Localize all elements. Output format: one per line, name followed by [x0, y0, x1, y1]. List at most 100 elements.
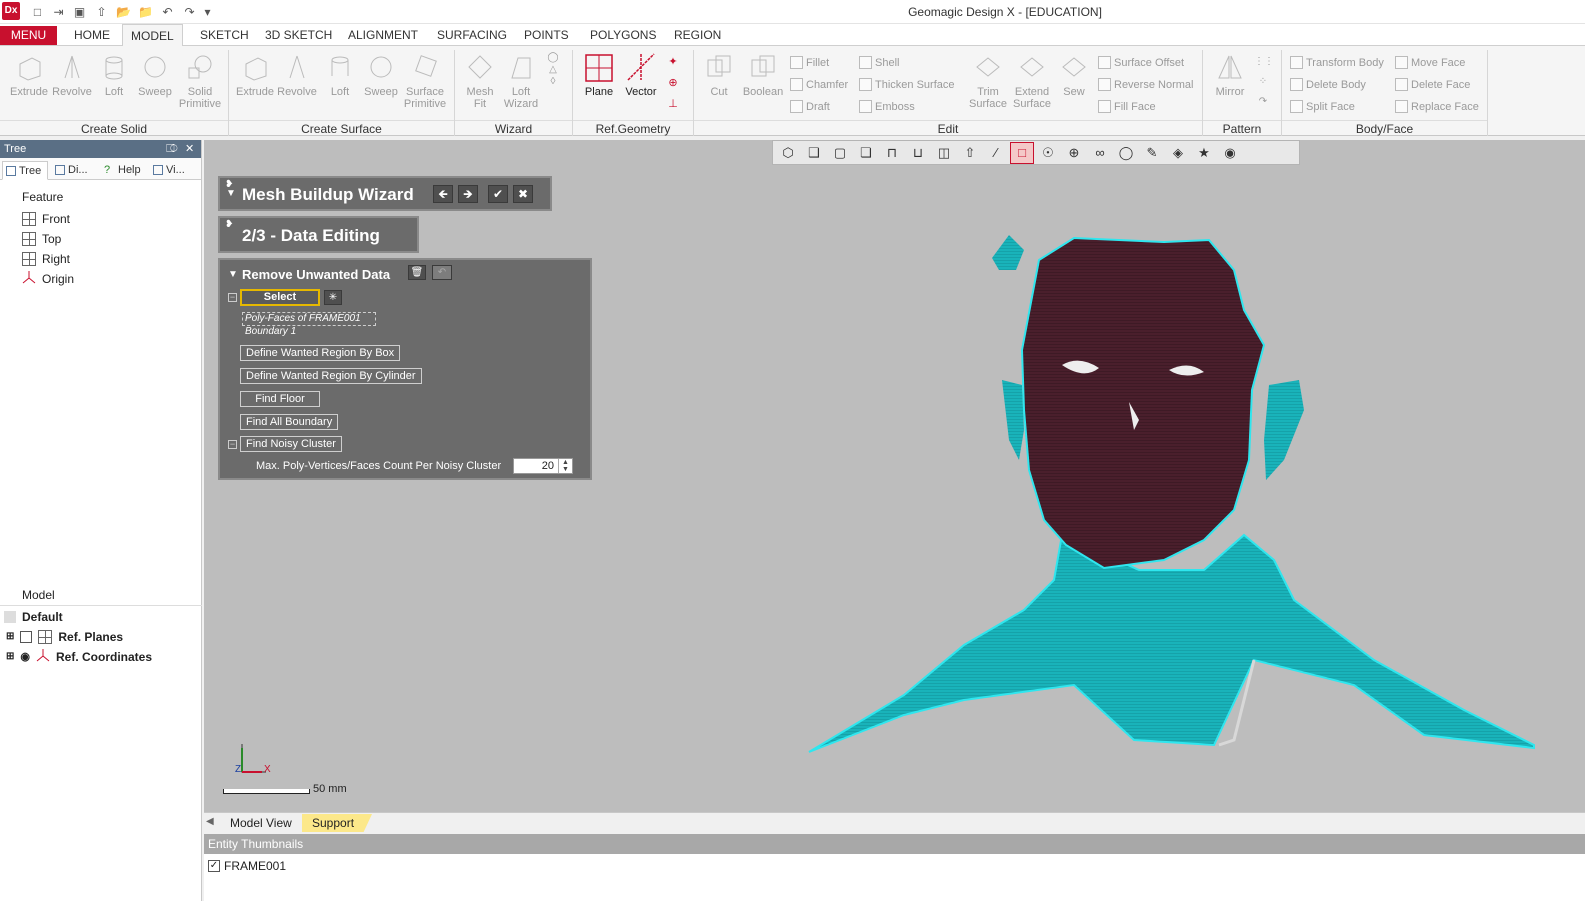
tree-item-ref-coordinates[interactable]: ⊞ ◉ Ref. Coordinates: [6, 648, 152, 666]
move-face-button[interactable]: Move Face: [1395, 56, 1465, 69]
undo-icon[interactable]: ↶: [432, 265, 452, 280]
tab-support[interactable]: Support: [302, 814, 373, 832]
solid-revolve-button[interactable]: Revolve: [52, 52, 92, 98]
define-region-by-cylinder-button[interactable]: Define Wanted Region By Cylinder: [240, 368, 422, 384]
tab-model-view[interactable]: Model View: [220, 814, 302, 832]
define-region-by-box-button[interactable]: Define Wanted Region By Box: [240, 345, 401, 361]
tree-item-origin[interactable]: Origin: [22, 270, 74, 288]
tab-view[interactable]: Vi...: [150, 161, 190, 180]
noisy-cluster-count-input[interactable]: 20 ▲ ▼: [513, 458, 573, 474]
transform-body-label: Transform Body: [1306, 56, 1384, 69]
scroll-left-icon[interactable]: ◀: [206, 816, 214, 827]
find-all-boundary-button[interactable]: Find All Boundary: [240, 414, 339, 430]
tree-item-ref-planes[interactable]: ⊞ Ref. Planes: [6, 628, 123, 646]
delete-face-button[interactable]: Delete Face: [1395, 78, 1470, 91]
surface-revolve-button[interactable]: Revolve: [276, 52, 318, 98]
next-step-button[interactable]: 🡺: [458, 185, 478, 203]
loft-wizard-button[interactable]: Loft Wizard: [502, 52, 540, 110]
tree-item-right[interactable]: Right: [22, 250, 70, 268]
thicken-surface-button[interactable]: Thicken Surface: [859, 78, 954, 91]
remove-unwanted-data-panel: ▼ Remove Unwanted Data 🗑 ↶ − Select ✳ Po…: [218, 258, 592, 480]
3d-viewport[interactable]: ⬡ ❑ ▢ ❏ ⊓ ⊔ ◫ ⇧ ∕ □ ☉ ⊕ ∞ ◯ ✎ ◈ ★ ◉ ❥ ▼ …: [204, 140, 1585, 812]
tab-surfacing[interactable]: SURFACING: [429, 24, 515, 46]
entity-item[interactable]: ✓ FRAME001: [208, 859, 286, 873]
tab-display[interactable]: Di...: [52, 161, 94, 180]
surface-offset-button[interactable]: Surface Offset: [1098, 56, 1184, 69]
trim-surface-button[interactable]: Trim Surface: [966, 52, 1010, 110]
delete-body-button[interactable]: Delete Body: [1290, 78, 1366, 91]
surface-sweep-button[interactable]: Sweep: [362, 52, 400, 98]
transform-body-button[interactable]: Transform Body: [1290, 56, 1384, 69]
tab-sketch[interactable]: SKETCH: [192, 24, 257, 46]
tab-help[interactable]: ? Help: [102, 161, 146, 180]
previous-step-button[interactable]: 🡸: [433, 185, 453, 203]
selection-options-icon[interactable]: ✳: [324, 290, 342, 305]
wizard-extra-icon[interactable]: ◯ △ ◊: [544, 52, 562, 88]
find-noisy-cluster-button[interactable]: Find Noisy Cluster: [240, 436, 342, 452]
selection-item[interactable]: Poly-Faces of FRAME001: [242, 312, 376, 326]
expand-icon[interactable]: ⊞: [6, 648, 14, 666]
fill-face-button[interactable]: Fill Face: [1098, 100, 1156, 113]
tab-model[interactable]: MODEL: [122, 24, 183, 47]
tab-points[interactable]: POINTS: [516, 24, 577, 46]
mesh-fit-button[interactable]: Mesh Fit: [462, 52, 498, 110]
select-button[interactable]: Select: [240, 289, 320, 306]
fillet-button[interactable]: Fillet: [790, 56, 829, 69]
extend-surface-button[interactable]: Extend Surface: [1010, 52, 1054, 110]
pin-icon[interactable]: ⎄: [166, 140, 178, 158]
axis-z-label: Z: [235, 764, 242, 775]
close-icon[interactable]: ✕: [185, 140, 194, 158]
cancel-button[interactable]: ✖: [513, 185, 533, 203]
ref-geometry-extra-icon[interactable]: ✦ ⊕ ⊥: [664, 52, 682, 115]
tree-item-front[interactable]: Front: [22, 210, 70, 228]
delete-icon[interactable]: 🗑: [408, 265, 426, 280]
tab-3d-sketch[interactable]: 3D SKETCH: [257, 24, 340, 46]
collapse-icon[interactable]: −: [228, 293, 237, 302]
chamfer-button[interactable]: Chamfer: [790, 78, 848, 91]
tree-item-top[interactable]: Top: [22, 230, 61, 248]
spinner-icon[interactable]: ▲ ▼: [558, 459, 572, 473]
pin-icon[interactable]: ❥: [225, 219, 233, 230]
menu-button[interactable]: MENU: [0, 26, 57, 45]
solid-primitive-button[interactable]: Solid Primitive: [178, 52, 222, 110]
tab-alignment[interactable]: ALIGNMENT: [340, 24, 426, 46]
surface-loft-button[interactable]: Loft: [324, 52, 356, 98]
ok-button[interactable]: ✔: [488, 185, 508, 203]
solid-extrude-button[interactable]: Extrude: [8, 52, 50, 98]
shell-button[interactable]: Shell: [859, 56, 899, 69]
surface-primitive-button[interactable]: Surface Primitive: [402, 52, 448, 110]
collapse-icon[interactable]: −: [228, 440, 237, 449]
split-face-button[interactable]: Split Face: [1290, 100, 1355, 113]
surface-extrude-button[interactable]: Extrude: [234, 52, 276, 98]
pattern-extra-icon[interactable]: ⋮⋮ ⁘ ↷: [1254, 52, 1274, 112]
tree-item-default[interactable]: Default: [4, 608, 63, 626]
entity-checkbox[interactable]: ✓: [208, 860, 220, 872]
cut-button[interactable]: Cut: [702, 52, 736, 98]
eye-icon[interactable]: ◉: [20, 648, 30, 666]
visibility-checkbox[interactable]: [20, 631, 33, 643]
tree-item-label: Front: [42, 212, 71, 226]
boolean-button[interactable]: Boolean: [740, 52, 786, 98]
emboss-button[interactable]: Emboss: [859, 100, 915, 113]
mirror-button[interactable]: Mirror: [1210, 52, 1250, 98]
loft-icon: [99, 52, 129, 82]
solid-loft-button[interactable]: Loft: [98, 52, 130, 98]
collapse-arrow-icon[interactable]: ▼: [226, 188, 236, 199]
tab-home[interactable]: HOME: [66, 24, 118, 46]
replace-face-label: Replace Face: [1411, 100, 1479, 113]
expand-icon[interactable]: ⊞: [6, 628, 14, 646]
reverse-normal-icon: [1098, 78, 1111, 91]
collapse-arrow-icon[interactable]: ▼: [228, 269, 238, 280]
sew-button[interactable]: Sew: [1058, 52, 1090, 98]
vector-button[interactable]: Vector: [622, 52, 660, 98]
tab-region[interactable]: REGION: [666, 24, 729, 46]
selection-item[interactable]: Boundary 1: [245, 326, 296, 337]
plane-button[interactable]: Plane: [580, 52, 618, 98]
find-floor-button[interactable]: Find Floor: [240, 391, 320, 407]
draft-button[interactable]: Draft: [790, 100, 830, 113]
reverse-normal-button[interactable]: Reverse Normal: [1098, 78, 1193, 91]
tab-polygons[interactable]: POLYGONS: [582, 24, 664, 46]
solid-sweep-button[interactable]: Sweep: [136, 52, 174, 98]
tab-tree[interactable]: Tree: [2, 161, 48, 180]
replace-face-button[interactable]: Replace Face: [1395, 100, 1479, 113]
